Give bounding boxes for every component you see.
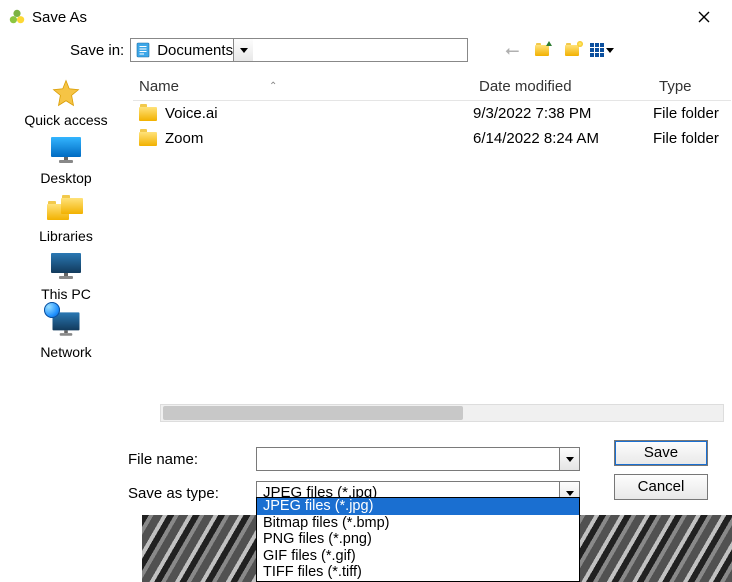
network-icon <box>46 308 86 342</box>
star-icon <box>46 76 86 110</box>
sidebar-item-desktop[interactable]: Desktop <box>0 134 132 186</box>
save-as-type-dropdown-list[interactable]: JPEG files (*.jpg) Bitmap files (*.bmp) … <box>256 497 580 582</box>
sidebar-item-label: Libraries <box>39 228 93 244</box>
sidebar-item-this-pc[interactable]: This PC <box>0 250 132 302</box>
scrollbar-thumb[interactable] <box>163 406 463 420</box>
up-one-level-button[interactable] <box>530 39 554 61</box>
chevron-down-icon <box>606 48 614 53</box>
title-bar: Save As <box>0 0 732 34</box>
close-button[interactable] <box>684 3 724 31</box>
up-one-level-icon <box>535 45 549 56</box>
back-button[interactable]: ⭠ <box>500 39 524 61</box>
dropdown-option[interactable]: GIF files (*.gif) <box>257 548 579 565</box>
app-icon <box>8 8 26 26</box>
save-in-label: Save in: <box>70 42 124 59</box>
file-name-dropdown-button[interactable] <box>559 448 579 470</box>
cancel-button[interactable]: Cancel <box>614 474 708 500</box>
file-list: Name ⌃ Date modified Type Voice.ai 9/3/2… <box>132 72 732 402</box>
chevron-down-icon <box>566 457 574 462</box>
sidebar-item-label: Quick access <box>24 112 107 128</box>
horizontal-scrollbar[interactable] <box>160 404 724 422</box>
places-bar: Quick access Desktop Libraries This PC <box>0 72 132 402</box>
sidebar-item-label: This PC <box>41 286 91 302</box>
sidebar-item-quick-access[interactable]: Quick access <box>0 76 132 128</box>
file-name-label: File name: <box>128 451 256 468</box>
dropdown-option[interactable]: TIFF files (*.tiff) <box>257 564 579 581</box>
dropdown-option[interactable]: PNG files (*.png) <box>257 531 579 548</box>
dropdown-option[interactable]: JPEG files (*.jpg) <box>257 498 579 515</box>
new-folder-icon <box>565 45 579 56</box>
list-item[interactable]: Voice.ai 9/3/2022 7:38 PM File folder <box>133 101 731 126</box>
views-icon <box>590 43 604 57</box>
chevron-down-icon <box>566 491 574 496</box>
save-in-dropdown-button[interactable] <box>233 39 253 61</box>
save-in-location: Documents <box>157 42 233 59</box>
column-header-date[interactable]: Date modified <box>473 78 653 95</box>
sort-indicator-icon: ⌃ <box>269 81 277 92</box>
column-headers: Name ⌃ Date modified Type <box>133 73 731 101</box>
this-pc-icon <box>46 250 86 284</box>
documents-location-icon <box>135 42 151 58</box>
new-folder-button[interactable] <box>560 39 584 61</box>
sidebar-item-libraries[interactable]: Libraries <box>0 192 132 244</box>
save-in-combo[interactable]: Documents <box>130 38 468 62</box>
file-name-input[interactable] <box>257 451 559 468</box>
window-title: Save As <box>32 9 87 26</box>
folder-icon <box>139 132 157 146</box>
libraries-icon <box>46 192 86 226</box>
sidebar-item-label: Desktop <box>40 170 91 186</box>
dropdown-option[interactable]: Bitmap files (*.bmp) <box>257 515 579 532</box>
column-header-type[interactable]: Type <box>653 78 731 95</box>
views-menu-button[interactable] <box>590 39 614 61</box>
save-as-type-label: Save as type: <box>128 485 256 502</box>
toolbar: Save in: Documents ⭠ <box>0 34 732 66</box>
save-button[interactable]: Save <box>614 440 708 466</box>
folder-icon <box>139 107 157 121</box>
sidebar-item-network[interactable]: Network <box>0 308 132 360</box>
back-icon: ⭠ <box>505 40 519 61</box>
list-item[interactable]: Zoom 6/14/2022 8:24 AM File folder <box>133 126 731 151</box>
chevron-down-icon <box>240 48 248 53</box>
file-name-combo[interactable] <box>256 447 580 471</box>
monitor-icon <box>46 134 86 168</box>
file-list-rows[interactable]: Voice.ai 9/3/2022 7:38 PM File folder Zo… <box>133 101 731 401</box>
column-header-name[interactable]: Name ⌃ <box>133 78 473 95</box>
sidebar-item-label: Network <box>40 344 91 360</box>
